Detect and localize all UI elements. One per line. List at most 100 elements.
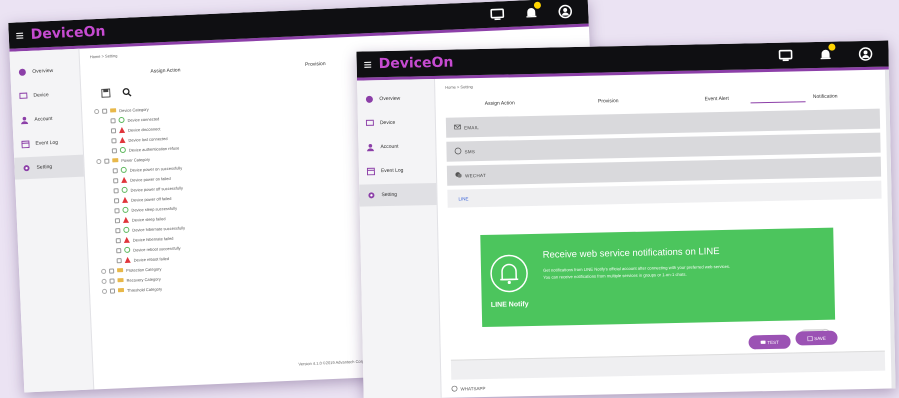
item-checkbox[interactable] [115, 227, 121, 233]
expand-toggle-icon[interactable] [101, 288, 108, 294]
expand-toggle-icon[interactable] [94, 108, 100, 114]
category-label: Power Category [121, 156, 151, 163]
sidebar-item-account[interactable]: Account [12, 107, 82, 132]
section-whatsapp[interactable]: WHATSAPP [451, 385, 485, 392]
user-icon[interactable] [858, 47, 873, 61]
category-checkbox[interactable] [109, 287, 116, 294]
tree-item-label: Device disconnect [127, 125, 161, 133]
expand-toggle-icon[interactable] [101, 268, 107, 274]
item-checkbox[interactable] [111, 147, 117, 153]
sidebar-item-label: Setting [381, 191, 398, 199]
folder-icon [117, 268, 124, 273]
menu-icon[interactable]: ≡ [357, 56, 379, 72]
category-label: Threshold Category [126, 285, 163, 293]
bell-outline-icon [490, 254, 528, 292]
device-icon [365, 119, 374, 127]
chat-icon [760, 340, 766, 344]
search-icon[interactable] [122, 88, 132, 97]
brand-logo: DeviceOn [378, 54, 454, 73]
line-notify-logo: LINE Notify [480, 234, 538, 327]
sidebar-item-account[interactable]: Account [358, 135, 435, 159]
tree-item-label: Device sleep failed [131, 215, 166, 223]
expand-toggle-icon[interactable] [101, 278, 107, 284]
monitor-icon[interactable] [490, 7, 505, 22]
item-checkbox[interactable] [114, 217, 121, 223]
category-checkbox[interactable] [104, 158, 110, 164]
sidebar-item-overview[interactable]: Overview [357, 87, 434, 111]
item-checkbox[interactable] [112, 167, 118, 173]
category-checkbox[interactable] [109, 277, 115, 284]
category-label: Device Category [119, 106, 149, 113]
category-checkbox[interactable] [102, 108, 108, 114]
tree-item-label: Device authentication refuse [128, 144, 180, 153]
sidebar-item-label: Event Log [35, 139, 59, 147]
expand-toggle-icon[interactable] [96, 158, 102, 164]
tab-notification[interactable]: Notification [771, 93, 880, 101]
section-line[interactable]: LINE [447, 180, 882, 208]
category-label: Protection Category [125, 265, 162, 273]
sidebar-item-label: Account [34, 115, 53, 123]
item-checkbox[interactable] [114, 207, 120, 213]
overview-icon [365, 95, 373, 103]
item-checkbox[interactable] [116, 247, 122, 253]
sidebar-item-event-log[interactable]: Event Log [13, 131, 83, 156]
notification-badge [828, 43, 836, 51]
user-icon[interactable] [558, 4, 573, 19]
tree-item-label: Device lost connected [128, 135, 168, 143]
item-checkbox[interactable] [115, 237, 121, 243]
section-label: EMAIL [463, 124, 480, 130]
sidebar-item-device[interactable]: Device [358, 111, 435, 135]
device-icon [19, 92, 28, 100]
sidebar-item-device[interactable]: Device [11, 83, 81, 108]
tab-provision[interactable]: Provision [554, 97, 663, 105]
item-checkbox[interactable] [113, 177, 119, 183]
front-window: ≡ DeviceOn Overview Device Account Event… [356, 40, 896, 398]
sidebar-item-event-log[interactable]: Event Log [359, 159, 436, 183]
item-checkbox[interactable] [113, 197, 120, 203]
tab-assign-action[interactable]: Assign Action [90, 65, 240, 78]
tree-item-label: Device power on failed [130, 175, 171, 183]
bell-icon[interactable] [524, 1, 542, 21]
save-button-label: SAVE [814, 335, 826, 341]
tab-assign-action[interactable]: Assign Action [445, 99, 554, 107]
tree-item-label: Device reboot successfully [133, 245, 181, 253]
sidebar-item-setting[interactable]: Setting [14, 154, 84, 180]
tree-item-label: Device power off failed [130, 195, 172, 203]
item-checkbox[interactable] [110, 117, 116, 123]
sidebar-item-label: Account [380, 143, 399, 151]
item-checkbox[interactable] [111, 137, 117, 143]
sidebar-item-overview[interactable]: Overview [10, 59, 80, 84]
item-checkbox[interactable] [110, 127, 117, 133]
tree-item-label: Device hibernate successfully [132, 224, 186, 233]
sidebar-item-label: Device [379, 119, 396, 127]
section-label: LINE [458, 195, 469, 202]
monitor-icon[interactable] [778, 48, 793, 62]
info-icon [124, 246, 131, 253]
bell-icon[interactable] [818, 43, 836, 62]
item-checkbox[interactable] [113, 187, 119, 193]
brand-logo: DeviceOn [30, 23, 106, 43]
item-checkbox[interactable] [116, 257, 122, 263]
test-button[interactable]: TEST [748, 334, 791, 350]
sidebar-item-setting[interactable]: Setting [359, 182, 437, 207]
email-icon [454, 123, 461, 131]
info-icon [122, 206, 129, 214]
warning-icon [123, 236, 130, 243]
folder-icon [117, 278, 124, 283]
info-icon [119, 146, 126, 154]
sms-icon [454, 147, 462, 155]
sidebar-item-label: Device [33, 92, 49, 99]
warning-icon [121, 176, 128, 184]
line-notify-banner: LINE Notify Receive web service notifica… [480, 227, 836, 328]
info-icon [120, 166, 127, 174]
line-notify-name: LINE Notify [490, 300, 529, 309]
save-icon[interactable] [101, 88, 111, 98]
info-icon [123, 226, 130, 233]
category-label: Recovery Category [126, 275, 161, 283]
menu-icon[interactable]: ≡ [8, 27, 31, 44]
info-icon [118, 116, 125, 124]
section-label: WECHAT [464, 172, 487, 178]
category-checkbox[interactable] [109, 267, 115, 274]
save-button[interactable]: SAVE [795, 330, 838, 346]
wechat-icon [455, 171, 462, 179]
